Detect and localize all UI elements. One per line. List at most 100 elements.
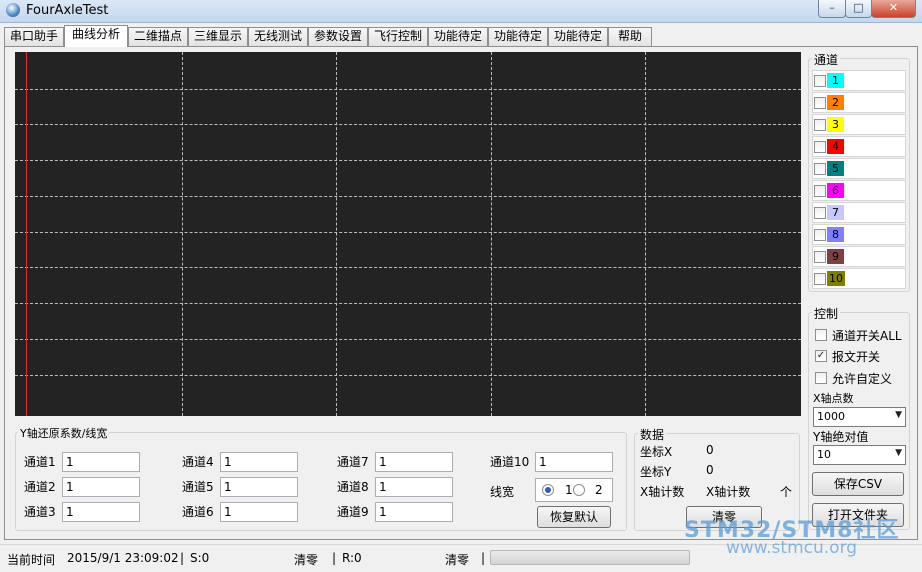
channel-8-coef-input[interactable] [375, 477, 453, 497]
channel-row-3: 3 [812, 114, 906, 135]
channel-row-1: 1 [812, 70, 906, 91]
line-width-1-radio[interactable] [542, 484, 554, 496]
grid-line [491, 52, 492, 416]
current-time-value: 2015/9/1 23:09:02 [67, 551, 179, 565]
channel-9-coef-input[interactable] [375, 502, 453, 522]
all-channels-label: 通道开关ALL [832, 329, 902, 343]
channel-9-color: 9 [827, 249, 844, 264]
clear-sent-link[interactable]: 清零 [294, 551, 318, 568]
channel-row-6: 6 [812, 180, 906, 201]
channel-4-color: 4 [827, 139, 844, 154]
channel-1-coef-input[interactable] [62, 452, 140, 472]
channel-6-color: 6 [827, 183, 844, 198]
grid-line [15, 375, 801, 376]
channel-6-checkbox[interactable] [814, 185, 826, 197]
channel-row-8: 8 [812, 224, 906, 245]
restore-defaults-button[interactable]: 恢复默认 [537, 506, 611, 528]
grid-line [15, 339, 801, 340]
tab-tbd-3[interactable]: 功能待定 [548, 27, 608, 46]
tab-flight-control[interactable]: 飞行控制 [368, 27, 428, 46]
y-abs-select[interactable]: 10 ▼ [813, 445, 906, 465]
cursor-line [26, 52, 27, 416]
x-points-select[interactable]: 1000 ▼ [813, 407, 906, 427]
grid-line [336, 52, 337, 416]
status-separator: | [481, 551, 486, 565]
channel-7-checkbox[interactable] [814, 207, 826, 219]
clear-received-link[interactable]: 清零 [445, 551, 469, 568]
channel-10-checkbox[interactable] [814, 273, 826, 285]
title-bar[interactable]: FourAxleTest – □ ✕ [0, 0, 922, 23]
channel-2-checkbox[interactable] [814, 97, 826, 109]
tab-wireless-test[interactable]: 无线测试 [248, 27, 308, 46]
maximize-button[interactable]: □ [845, 0, 872, 18]
tab-curve-analysis[interactable]: 曲线分析 [64, 25, 128, 47]
allow-custom-label: 允许自定义 [832, 372, 893, 386]
channel-3-color: 3 [827, 117, 844, 132]
channel-7-coef-input[interactable] [375, 452, 453, 472]
y-abs-value: 10 [817, 448, 831, 461]
allow-custom-checkbox[interactable] [815, 372, 827, 384]
minimize-button[interactable]: – [818, 0, 846, 18]
channel-5-coef-label: 通道5 [182, 480, 214, 494]
app-icon [6, 3, 20, 17]
channel-8-checkbox[interactable] [814, 229, 826, 241]
channel-3-coef-input[interactable] [62, 502, 140, 522]
line-width-1-label: 1 [565, 483, 573, 497]
x-count-value: X轴计数 [706, 485, 751, 499]
grid-line [15, 303, 801, 304]
channel-1-checkbox[interactable] [814, 75, 826, 87]
grid-line [15, 89, 801, 90]
tab-tbd-2[interactable]: 功能待定 [488, 27, 548, 46]
status-separator: | [332, 551, 337, 565]
current-time-label: 当前时间 [7, 553, 56, 567]
channel-row-9: 9 [812, 246, 906, 267]
grid-line [645, 52, 646, 416]
channel-row-7: 7 [812, 202, 906, 223]
line-width-label: 线宽 [490, 485, 515, 499]
channel-7-color: 7 [827, 205, 844, 220]
channel-1-color: 1 [827, 73, 844, 88]
channel-5-checkbox[interactable] [814, 163, 826, 175]
channel-6-coef-input[interactable] [220, 502, 298, 522]
channel-9-checkbox[interactable] [814, 251, 826, 263]
channel-8-coef-label: 通道8 [337, 480, 369, 494]
channel-1-coef-label: 通道1 [24, 455, 56, 469]
message-switch-label: 报文开关 [832, 350, 881, 364]
all-channels-checkbox[interactable] [815, 329, 827, 341]
coord-y-value: 0 [706, 463, 714, 477]
channel-3-checkbox[interactable] [814, 119, 826, 131]
tab-parameter-settings[interactable]: 参数设置 [308, 27, 368, 46]
channel-10-color: 10 [827, 271, 845, 286]
channel-5-coef-input[interactable] [220, 477, 298, 497]
grid-line [15, 160, 801, 161]
y-abs-label: Y轴绝对值 [813, 430, 869, 444]
curve-plot-area[interactable] [15, 52, 801, 416]
grid-line [15, 267, 801, 268]
channel-4-coef-input[interactable] [220, 452, 298, 472]
line-width-2-label: 2 [595, 483, 603, 497]
tab-help[interactable]: 帮助 [608, 27, 652, 46]
chevron-down-icon: ▼ [895, 448, 902, 458]
tab-3d-display[interactable]: 三维显示 [188, 27, 248, 46]
channel-row-4: 4 [812, 136, 906, 157]
channel-7-coef-label: 通道7 [337, 455, 369, 469]
line-width-2-radio[interactable] [573, 484, 585, 496]
grid-line [15, 232, 801, 233]
x-points-value: 1000 [817, 410, 845, 423]
app-window: FourAxleTest – □ ✕ 串口助手 曲线分析 二维描点 三维显示 无… [0, 0, 922, 572]
close-button[interactable]: ✕ [871, 0, 916, 18]
channel-2-coef-label: 通道2 [24, 480, 56, 494]
status-separator: | [180, 551, 185, 565]
tab-tbd-1[interactable]: 功能待定 [428, 27, 488, 46]
tab-serial-assistant[interactable]: 串口助手 [4, 27, 64, 46]
coord-x-label: 坐标X [640, 445, 673, 459]
channel-2-color: 2 [827, 95, 844, 110]
save-csv-button[interactable]: 保存CSV [812, 472, 904, 496]
channel-4-checkbox[interactable] [814, 141, 826, 153]
channel-4-coef-label: 通道4 [182, 455, 214, 469]
grid-line [15, 196, 801, 197]
message-switch-checkbox[interactable]: ✓ [815, 350, 827, 362]
channel-2-coef-input[interactable] [62, 477, 140, 497]
tab-2d-plot[interactable]: 二维描点 [128, 27, 188, 46]
channel-10-coef-input[interactable] [535, 452, 613, 472]
